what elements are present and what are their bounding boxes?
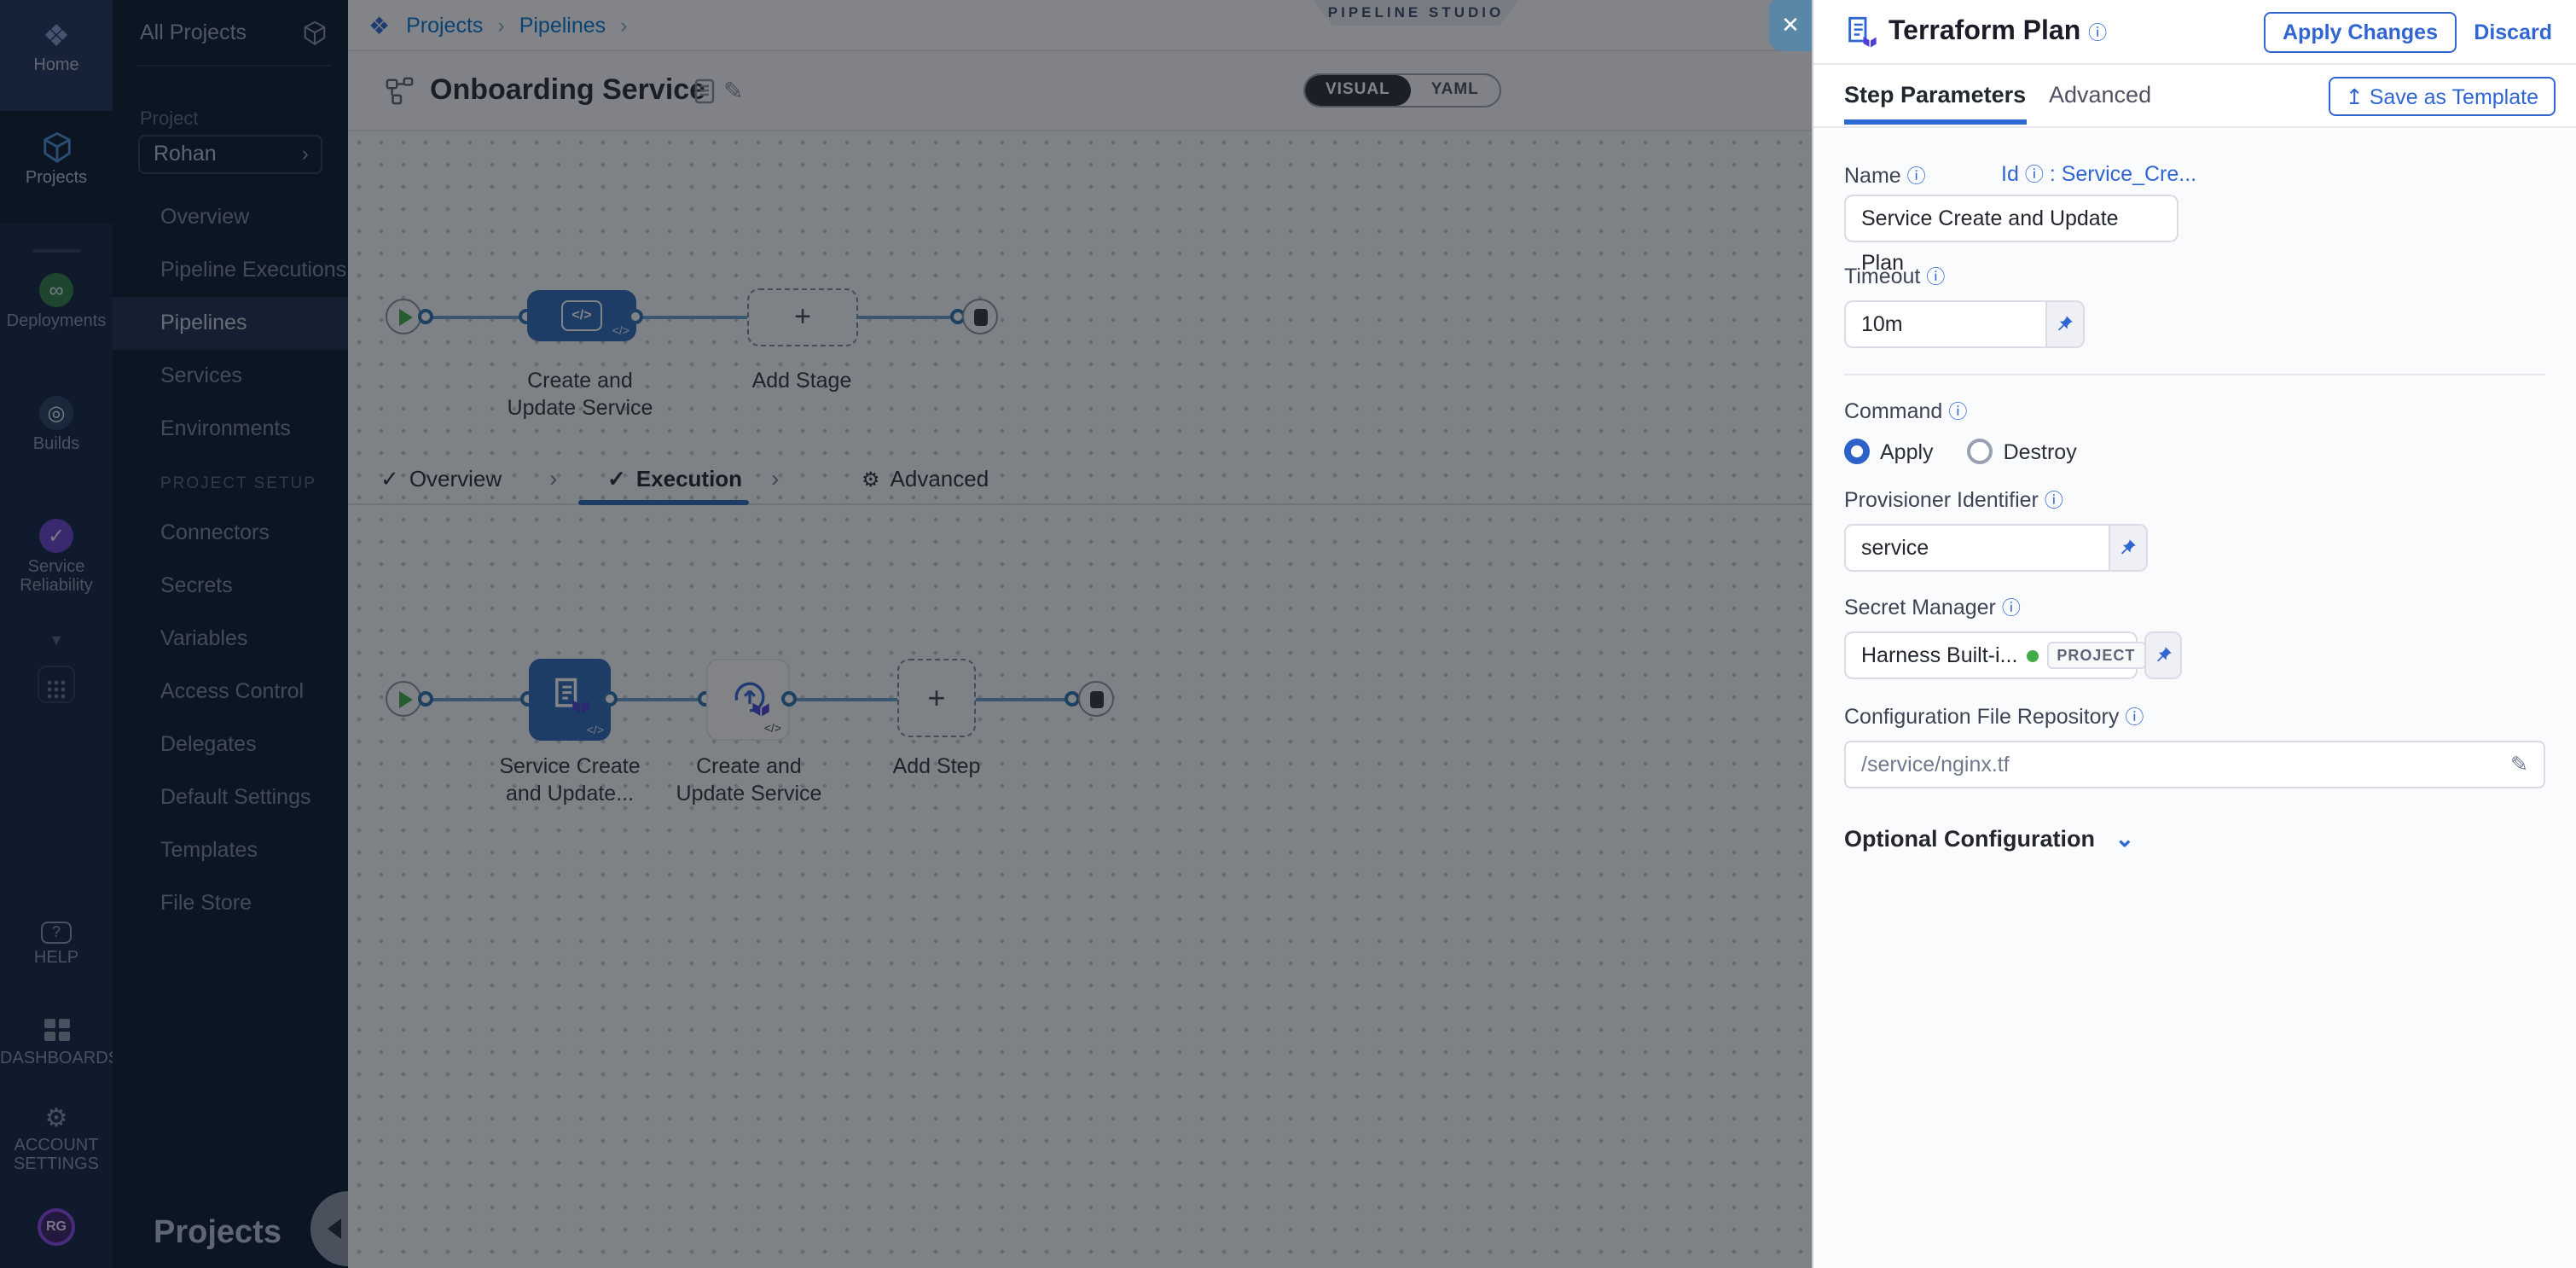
pin-icon[interactable]	[2045, 302, 2083, 346]
radio-destroy-label[interactable]: Destroy	[2004, 439, 2077, 463]
tab-step-parameters[interactable]: Step Parameters	[1844, 82, 2026, 125]
save-as-template-button[interactable]: ↥ Save as Template	[2329, 77, 2556, 116]
radio-destroy[interactable]	[1968, 439, 1993, 464]
drawer-title: Terraform Plan ⓘ	[1888, 17, 2107, 48]
config-file-repo-label: Configuration File Repository ⓘ	[1844, 703, 2545, 730]
secret-manager-select[interactable]: Harness Built-i... PROJECT ⌄	[1844, 631, 2138, 679]
step-parameters-form: Name ⓘ Id ⓘ : Service_Cre... Service Cre…	[1813, 130, 2576, 1268]
command-radio-group: Apply Destroy	[1844, 439, 2545, 464]
name-input[interactable]: Service Create and Update Plan	[1844, 195, 2179, 242]
timeout-input[interactable]: 10m	[1846, 302, 2045, 346]
secret-manager-field: Harness Built-i... PROJECT ⌄	[1844, 631, 2545, 679]
drawer-header: Terraform Plan ⓘ Apply Changes Discard	[1813, 0, 2576, 65]
drawer-dim-overlay[interactable]	[0, 0, 1812, 1268]
radio-apply-label[interactable]: Apply	[1880, 439, 1934, 463]
timeout-field: 10m	[1844, 300, 2085, 348]
apply-changes-button[interactable]: Apply Changes	[2264, 12, 2457, 53]
drawer-tabs: Step Parameters Advanced ↥ Save as Templ…	[1813, 65, 2576, 128]
info-icon[interactable]: ⓘ	[1907, 167, 1926, 188]
info-icon[interactable]: ⓘ	[2002, 599, 2021, 619]
section-divider	[1844, 374, 2545, 375]
step-config-drawer: Terraform Plan ⓘ Apply Changes Discard S…	[1812, 0, 2576, 1268]
chevron-down-icon: ⌄	[2115, 826, 2135, 852]
pin-icon[interactable]	[2144, 631, 2182, 679]
step-id-link[interactable]: Id ⓘ : Service_Cre...	[2001, 160, 2196, 188]
terraform-plan-step-icon	[1844, 15, 1878, 49]
secret-manager-label: Secret Manager ⓘ	[1844, 594, 2545, 621]
provisioner-identifier-label: Provisioner Identifier ⓘ	[1844, 486, 2545, 514]
provisioner-identifier-input[interactable]: service	[1846, 526, 2109, 570]
timeout-label: Timeout ⓘ	[1844, 263, 2545, 290]
radio-apply[interactable]	[1844, 439, 1870, 464]
optional-configuration-toggle[interactable]: Optional Configuration ⌄	[1844, 826, 2545, 853]
info-icon[interactable]: ⓘ	[2088, 24, 2107, 44]
close-drawer-button[interactable]: ✕	[1769, 0, 1812, 51]
name-label: Name ⓘ	[1844, 164, 1926, 188]
secret-manager-value: Harness Built-i...	[1861, 643, 2017, 667]
provisioner-identifier-field: service	[1844, 524, 2148, 572]
edit-pencil-icon[interactable]: ✎	[2510, 742, 2528, 787]
info-icon[interactable]: ⓘ	[1926, 268, 1945, 288]
tab-advanced[interactable]: Advanced	[2049, 82, 2151, 108]
discard-button[interactable]: Discard	[2474, 20, 2552, 44]
config-file-repo-field[interactable]: /service/nginx.tf ✎	[1844, 741, 2545, 788]
pin-icon[interactable]	[2109, 526, 2146, 570]
status-dot	[2026, 649, 2038, 661]
command-label: Command ⓘ	[1844, 398, 2545, 425]
pipeline-studio-app: ❖ Home Projects ∞ Deployments ◎ Builds ✓…	[0, 0, 2576, 1268]
info-icon: ⓘ	[2025, 166, 2044, 186]
scope-badge: PROJECT	[2046, 642, 2145, 669]
info-icon[interactable]: ⓘ	[1948, 403, 1967, 423]
close-icon: ✕	[1781, 12, 1800, 38]
upload-icon: ↥	[2346, 85, 2364, 109]
config-file-repo-value: /service/nginx.tf	[1861, 742, 2010, 787]
info-icon[interactable]: ⓘ	[2045, 491, 2063, 512]
info-icon[interactable]: ⓘ	[2125, 708, 2144, 729]
